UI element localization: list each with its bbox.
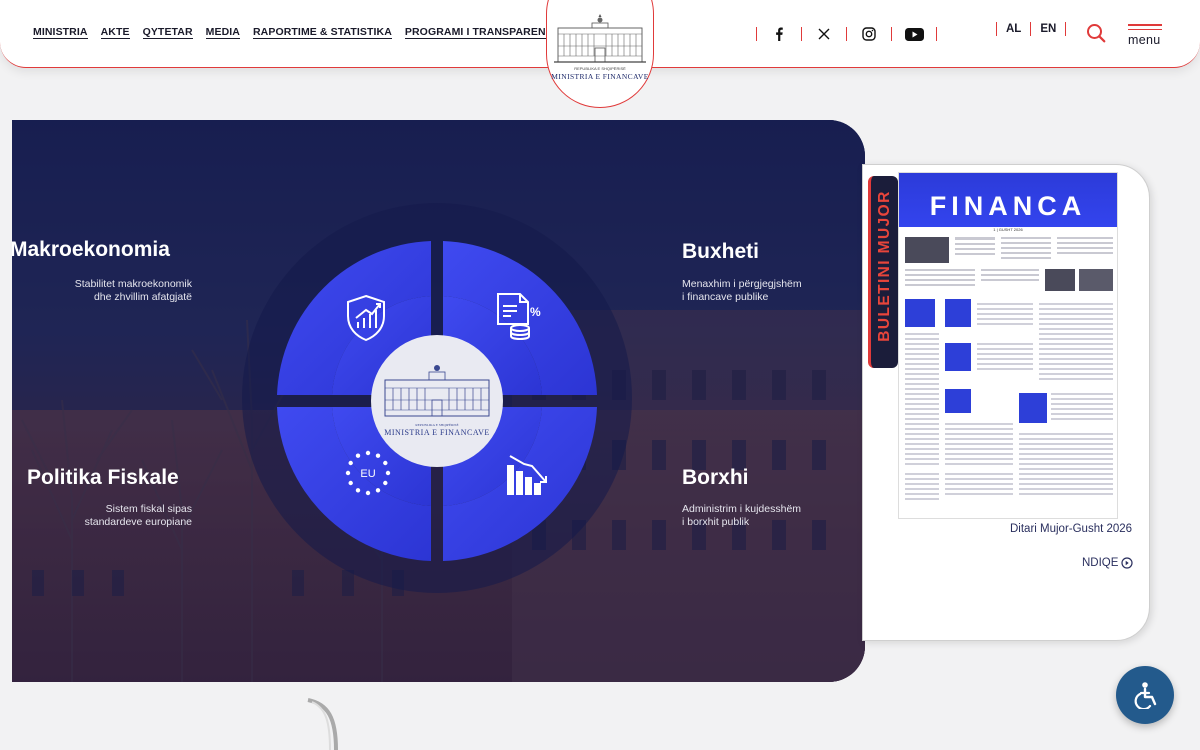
divider: [1065, 22, 1067, 36]
nav-programi-transparences[interactable]: PROGRAMI I TRANSPARENCËS: [404, 26, 568, 39]
logo-top-text: REPUBLIKA E SHQIPËRISË: [574, 66, 626, 71]
ministry-logo[interactable]: REPUBLIKA E SHQIPËRISË MINISTRIA E FINAN…: [546, 0, 654, 108]
center-logo-name: MINISTRIA E FINANCAVE: [384, 428, 489, 437]
center-logo-top-text: REPUBLIKA E SHQIPËRISË: [415, 422, 458, 427]
main-nav: MINISTRIA AKTE QYTETAR MEDIA RAPORTIME &…: [33, 26, 581, 39]
search-icon[interactable]: [1086, 23, 1108, 45]
lang-en[interactable]: EN: [1031, 23, 1065, 35]
nav-media[interactable]: MEDIA: [205, 26, 240, 39]
svg-text:%: %: [530, 305, 541, 319]
facebook-icon[interactable]: [757, 24, 801, 44]
hero-banner: REPUBLIKA E SHQIPËRISË MINISTRIA E FINAN…: [12, 120, 865, 682]
ndiqe-label: NDIQE: [1082, 557, 1119, 569]
decorative-curve: [307, 698, 338, 750]
hamburger-icon: [1128, 24, 1162, 26]
desc-line: Stabilitet makroekonomik: [74, 278, 192, 290]
section-title-buxheti[interactable]: Buxheti: [682, 240, 759, 264]
section-desc-makroekonomia: Stabilitet makroekonomik dhe zhvillim af…: [32, 278, 192, 304]
play-circle-icon: [1121, 557, 1134, 569]
desc-line: dhe zhvillim afatgjatë: [93, 291, 192, 303]
accessibility-icon: [1134, 682, 1157, 709]
cover-article-thumbnails: [905, 237, 1113, 500]
social-links: [756, 24, 937, 44]
cover-title: FINANCA: [929, 191, 1087, 221]
cover-header: FINANCA: [899, 173, 1117, 227]
divider: [936, 27, 937, 41]
ministry-building-icon: [554, 14, 646, 63]
nav-qytetar[interactable]: QYTETAR: [142, 26, 193, 39]
section-title-makroekonomia[interactable]: Makroekonomia: [12, 238, 170, 262]
eu-label: EU: [360, 468, 375, 480]
section-desc-buxheti: Menaxhim i përgjegjshëm i financave publ…: [682, 278, 842, 304]
bulletin-caption[interactable]: Ditari Mujor-Gusht 2026: [1010, 523, 1132, 535]
instagram-icon[interactable]: [847, 24, 891, 44]
nav-ministria[interactable]: MINISTRIA: [33, 26, 88, 39]
desc-line: standardeve europiane: [84, 516, 192, 528]
nav-akte[interactable]: AKTE: [100, 26, 130, 39]
desc-line: Administrim i kujdesshëm: [682, 503, 802, 515]
section-title-borxhi[interactable]: Borxhi: [682, 466, 749, 490]
desc-line: Menaxhim i përgjegjshëm: [682, 278, 802, 290]
ndiqe-link[interactable]: NDIQE: [1082, 557, 1134, 569]
bulletin-cover[interactable]: FINANCA 1 | GUSHT 2026: [898, 172, 1118, 519]
nav-raportime[interactable]: RAPORTIME & STATISTIKA: [253, 26, 392, 39]
language-switcher: AL EN: [996, 22, 1067, 36]
desc-line: i financave publike: [682, 291, 769, 303]
logo-name: MINISTRIA E FINANCAVE: [551, 72, 649, 81]
lang-al[interactable]: AL: [997, 23, 1030, 35]
hamburger-line: [1128, 28, 1162, 31]
x-twitter-icon[interactable]: [802, 24, 846, 44]
desc-line: i borxhit publik: [682, 516, 750, 528]
youtube-icon[interactable]: [892, 24, 936, 44]
bulletin-tab[interactable]: BULETINI MUJOR: [868, 176, 898, 368]
section-desc-borxhi: Administrim i kujdesshëm i borxhit publi…: [682, 503, 842, 529]
menu-label: menu: [1128, 33, 1161, 48]
accessibility-button[interactable]: [1116, 666, 1174, 724]
section-title-politika-fiskale[interactable]: Politika Fiskale: [27, 466, 179, 490]
finance-wheel: REPUBLIKA E SHQIPËRISË MINISTRIA E FINAN…: [277, 241, 597, 561]
bulletin-tab-label: BULETINI MUJOR: [876, 190, 893, 342]
desc-line: Sistem fiskal sipas: [105, 503, 192, 515]
menu-button[interactable]: menu: [1128, 24, 1166, 52]
section-desc-politika-fiskale: Sistem fiskal sipas standardeve europian…: [32, 503, 192, 529]
